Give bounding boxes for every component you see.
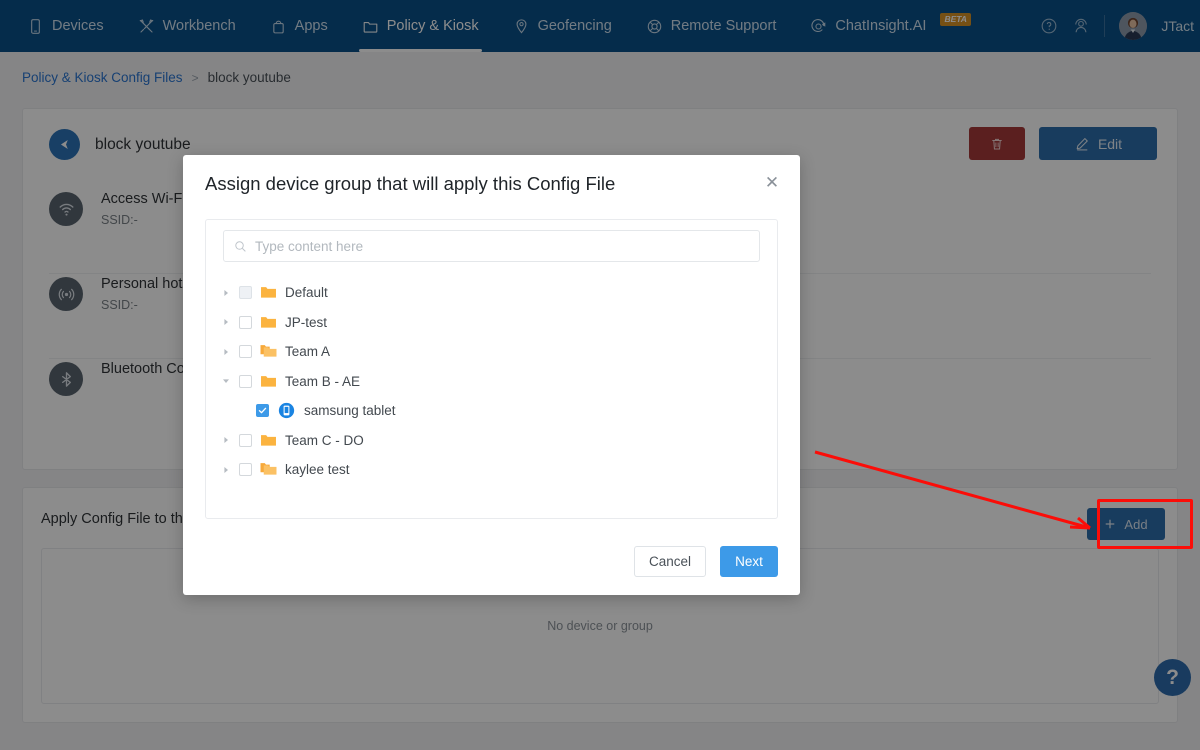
tree-node-label: Team B - AE bbox=[285, 373, 361, 389]
device-tablet-icon bbox=[278, 403, 295, 419]
tree-row-jp-test[interactable]: JP-test bbox=[206, 308, 777, 338]
tree-node-label: JP-test bbox=[285, 314, 328, 330]
search-input[interactable] bbox=[255, 238, 749, 254]
tree-node-label: samsung tablet bbox=[304, 403, 396, 419]
tree-node-label: kaylee test bbox=[285, 462, 350, 478]
checkbox[interactable] bbox=[239, 433, 252, 447]
chevron-right-icon[interactable] bbox=[220, 346, 231, 357]
folder-icon bbox=[261, 434, 276, 446]
search-box[interactable] bbox=[223, 230, 760, 262]
checkbox[interactable] bbox=[239, 374, 252, 388]
chevron-right-icon[interactable] bbox=[220, 435, 231, 446]
folder-icon bbox=[261, 287, 276, 298]
checkbox[interactable] bbox=[239, 286, 252, 300]
tree-node-label: Team C - DO bbox=[285, 432, 364, 448]
tree-row-default[interactable]: Default bbox=[206, 278, 777, 308]
checkbox[interactable] bbox=[239, 345, 252, 359]
chevron-down-icon[interactable] bbox=[220, 376, 231, 387]
close-icon[interactable]: ✕ bbox=[762, 173, 782, 193]
folder-stack-icon bbox=[260, 345, 277, 357]
check-icon bbox=[258, 407, 267, 414]
folder-stack-icon bbox=[260, 463, 277, 475]
search-icon bbox=[235, 240, 246, 252]
modal-footer: Cancel Next bbox=[634, 546, 778, 577]
chevron-right-icon[interactable] bbox=[220, 287, 231, 298]
modal-title: Assign device group that will apply this… bbox=[205, 173, 616, 194]
chevron-right-icon[interactable] bbox=[220, 317, 231, 328]
folder-icon bbox=[261, 316, 276, 328]
tree-node-label: Default bbox=[285, 285, 328, 301]
tree-row-kaylee-test[interactable]: kaylee test bbox=[206, 455, 777, 485]
tree-row-team-c-do[interactable]: Team C - DO bbox=[206, 426, 777, 456]
next-button[interactable]: Next bbox=[720, 546, 778, 577]
tree-row-team-a[interactable]: Team A bbox=[206, 337, 777, 367]
checkbox-checked[interactable] bbox=[256, 404, 269, 418]
tree-node-label: Team A bbox=[285, 344, 331, 360]
chevron-right-icon[interactable] bbox=[220, 464, 231, 475]
checkbox[interactable] bbox=[239, 315, 252, 329]
tree-row-team-b-ae[interactable]: Team B - AE bbox=[206, 367, 777, 397]
folder-icon bbox=[261, 375, 276, 387]
checkbox[interactable] bbox=[239, 463, 252, 477]
assign-device-group-modal: Assign device group that will apply this… bbox=[183, 155, 800, 595]
device-group-tree-container: Default JP-test bbox=[205, 219, 778, 519]
tree-row-samsung-tablet[interactable]: samsung tablet bbox=[206, 396, 777, 426]
device-group-tree: Default JP-test Team A Team B - AE samsu… bbox=[206, 272, 777, 491]
screen: Devices Workbench Apps Policy & Kiosk Ge… bbox=[0, 0, 1200, 750]
cancel-button[interactable]: Cancel bbox=[634, 546, 706, 577]
